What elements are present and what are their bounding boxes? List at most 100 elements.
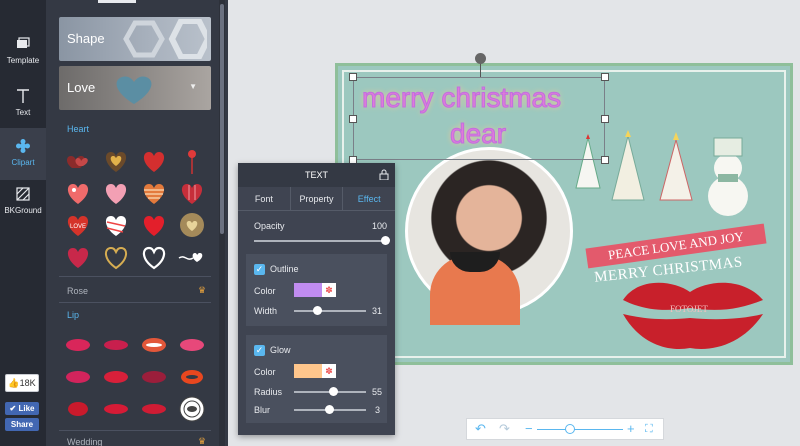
rail-item-template[interactable]: Template (0, 26, 46, 78)
outline-width-slider-knob[interactable] (313, 306, 322, 315)
panel-top-indicator (98, 0, 136, 3)
clipart-heart-1[interactable] (63, 146, 93, 176)
clipart-lip-8[interactable] (177, 362, 207, 392)
clipart-lip-12[interactable] (177, 394, 207, 424)
tab-property[interactable]: Property (291, 187, 344, 210)
clipart-heart-13[interactable] (63, 242, 93, 272)
scrollbar-thumb[interactable] (220, 4, 224, 234)
outline-label: Outline (270, 264, 299, 274)
color-picker-icon[interactable]: ✽ (322, 283, 336, 297)
zoom-slider-knob[interactable] (565, 424, 575, 434)
glow-blur-value: 3 (375, 405, 381, 415)
section-wedding[interactable]: Wedding (67, 437, 102, 446)
rail-item-text[interactable]: Text (0, 78, 46, 130)
heart-lock-image (116, 76, 152, 104)
zoom-in-button[interactable]: + (627, 422, 635, 436)
clipart-lip-9[interactable] (63, 394, 93, 424)
clipart-lip-2[interactable] (101, 330, 131, 360)
glow-color-swatch[interactable] (294, 364, 322, 378)
resize-handle-ne[interactable] (601, 73, 609, 81)
redo-icon[interactable]: ↷ (499, 422, 510, 436)
clipart-lip-7[interactable] (139, 362, 169, 392)
left-rail: Template Text Clipart BKGround 👍18K ✔ Li… (0, 0, 46, 446)
glow-group: ✓ Glow Color ✽ Radius 55 Blur 3 (246, 335, 387, 423)
text-icon (17, 89, 29, 103)
tab-font[interactable]: Font (238, 187, 291, 210)
resize-handle-w[interactable] (349, 115, 357, 123)
category-love[interactable]: Love ▼ (59, 66, 211, 110)
rail-item-clipart[interactable]: Clipart (0, 128, 46, 180)
clipart-heart-12[interactable] (177, 210, 207, 240)
category-label-shape: Shape (67, 31, 105, 46)
section-lip: Lip (67, 310, 80, 320)
outline-color-label: Color (254, 286, 276, 296)
glow-label: Glow (270, 345, 291, 355)
share-button[interactable]: Share (5, 418, 39, 431)
fullscreen-icon[interactable]: ⛶ (645, 422, 653, 436)
clipart-heart-5[interactable] (63, 178, 93, 208)
outline-width-slider-track[interactable] (294, 310, 366, 312)
rotation-line (480, 63, 481, 77)
clipart-lip-1[interactable] (63, 330, 93, 360)
section-rose[interactable]: Rose (67, 286, 88, 296)
rotate-handle[interactable] (475, 53, 486, 64)
zoom-out-button[interactable]: − (525, 422, 533, 436)
clipart-lip-4[interactable] (177, 330, 207, 360)
resize-handle-e[interactable] (601, 115, 609, 123)
clipart-heart-16[interactable] (177, 242, 207, 272)
svg-text:LOVE: LOVE (70, 224, 86, 230)
clipart-heart-3[interactable] (139, 146, 169, 176)
text-panel-title: TEXT (304, 170, 328, 180)
text-panel-header[interactable]: TEXT (238, 163, 395, 187)
clipart-lip-11[interactable] (139, 394, 169, 424)
rail-label-text: Text (15, 108, 31, 117)
zoom-slider-track[interactable] (537, 429, 623, 430)
chevron-down-icon[interactable]: ▼ (189, 82, 197, 91)
undo-icon[interactable]: ↶ (475, 422, 486, 436)
resize-handle-se[interactable] (601, 156, 609, 164)
outline-width-value: 31 (372, 306, 383, 316)
like-button[interactable]: ✔ Like (5, 402, 39, 415)
rail-label-clipart: Clipart (11, 158, 35, 167)
divider (59, 430, 211, 431)
opacity-slider-knob[interactable] (381, 236, 390, 245)
hexagon-shapes-image (123, 19, 207, 59)
glow-radius-value: 55 (372, 387, 383, 397)
clipart-heart-2[interactable] (101, 146, 131, 176)
glow-blur-slider-knob[interactable] (325, 405, 334, 414)
clipart-heart-7[interactable] (139, 178, 169, 208)
clipart-lip-10[interactable] (101, 394, 131, 424)
clipart-heart-6[interactable] (101, 178, 131, 208)
clipart-heart-9[interactable]: LOVE (63, 210, 93, 240)
selection-box (353, 77, 605, 160)
clipart-heart-14[interactable] (101, 242, 131, 272)
outline-checkbox[interactable]: ✓ (254, 264, 265, 275)
clipart-lip-3[interactable] (139, 330, 169, 360)
resize-handle-nw[interactable] (349, 73, 357, 81)
color-picker-icon[interactable]: ✽ (322, 364, 336, 378)
glow-checkbox[interactable]: ✓ (254, 345, 265, 356)
text-properties-panel: TEXT Font Property Effect Opacity 100 ✓ … (238, 163, 395, 435)
zoom-toolbar: ↶ ↷ − + ⛶ (466, 418, 664, 440)
lips-caption: FOTOJET (670, 304, 708, 314)
clipart-heart-15[interactable] (139, 242, 169, 272)
rail-item-background[interactable]: BKGround (0, 176, 46, 228)
rail-label-background: BKGround (4, 206, 42, 215)
tab-effect[interactable]: Effect (343, 187, 395, 210)
outline-color-swatch[interactable] (294, 283, 322, 297)
opacity-value: 100 (372, 221, 388, 231)
lock-icon[interactable] (379, 169, 389, 180)
clipart-heart-10[interactable] (101, 210, 131, 240)
crown-icon: ♛ (198, 285, 207, 295)
category-shape[interactable]: Shape (59, 17, 211, 61)
clipart-heart-11[interactable] (139, 210, 169, 240)
opacity-slider-track[interactable] (254, 240, 386, 242)
clipart-lip-5[interactable] (63, 362, 93, 392)
clipart-icon (16, 139, 30, 153)
clipart-heart-8[interactable] (177, 178, 207, 208)
background-icon (16, 187, 30, 201)
glow-radius-slider-knob[interactable] (329, 387, 338, 396)
clipart-heart-4[interactable] (177, 146, 207, 176)
clipart-lip-6[interactable] (101, 362, 131, 392)
crown-icon: ♛ (198, 436, 207, 446)
